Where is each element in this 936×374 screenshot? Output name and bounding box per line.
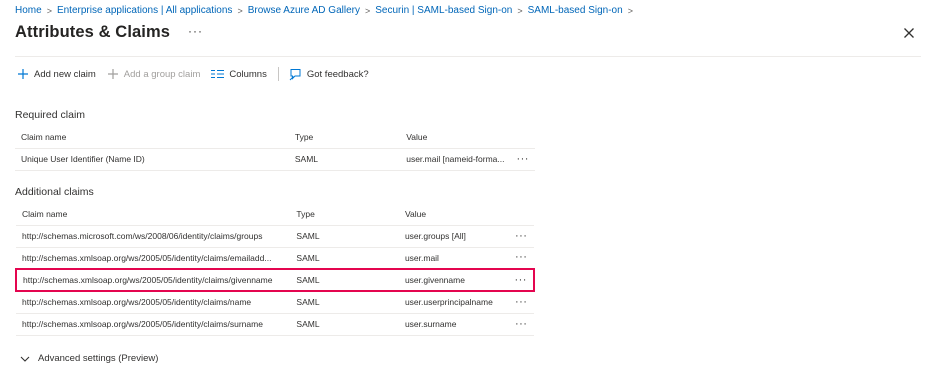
claim-value-cell: user.mail [nameid-forma... (400, 148, 511, 171)
add-group-claim-button[interactable]: Add a group claim (107, 68, 201, 80)
claim-value-cell: user.givenname (398, 268, 509, 292)
row-more-icon[interactable]: ··· (515, 230, 528, 242)
row-more-icon[interactable]: ··· (516, 153, 529, 165)
breadcrumb-separator: > (237, 5, 243, 16)
more-options-icon[interactable]: ··· (188, 25, 203, 37)
table-row[interactable]: http://schemas.xmlsoap.org/ws/2005/05/id… (16, 247, 534, 270)
breadcrumb-enterprise-applications[interactable]: Enterprise applications | All applicatio… (57, 5, 232, 16)
breadcrumb-separator: > (627, 5, 633, 16)
add-group-claim-label: Add a group claim (123, 68, 201, 80)
table-row-highlighted[interactable]: http://schemas.xmlsoap.org/ws/2005/05/id… (14, 268, 535, 292)
toolbar-separator (277, 67, 279, 81)
breadcrumb-separator: > (46, 5, 52, 16)
breadcrumb-securin[interactable]: Securin | SAML-based Sign-on (375, 5, 512, 16)
additional-claims-table: Claim name Type Value http://schemas.mic… (14, 203, 535, 336)
advanced-settings-label: Advanced settings (Preview) (38, 353, 159, 364)
table-row[interactable]: Unique User Identifier (Name ID) SAML us… (15, 148, 535, 171)
title-row: Attributes & Claims ··· (15, 23, 203, 42)
claim-type-cell: SAML (290, 247, 399, 270)
row-actions-cell: ··· (508, 313, 534, 336)
chevron-down-icon (20, 356, 30, 362)
feedback-label: Got feedback? (306, 68, 369, 80)
breadcrumb-separator: > (364, 5, 371, 16)
breadcrumb-home[interactable]: Home (15, 5, 42, 16)
row-actions-cell: ··· (508, 247, 534, 270)
columns-icon (211, 69, 225, 79)
feedback-icon (289, 68, 301, 80)
breadcrumb-separator: > (517, 5, 523, 16)
table-row[interactable]: http://schemas.microsoft.com/ws/2008/06/… (16, 225, 534, 248)
claim-name-cell[interactable]: http://schemas.xmlsoap.org/ws/2005/05/id… (16, 247, 291, 270)
claim-type-cell: SAML (290, 225, 399, 248)
plus-icon (107, 69, 118, 79)
feedback-button[interactable]: Got feedback? (289, 68, 369, 81)
claim-type-cell: SAML (290, 313, 399, 336)
column-header-type[interactable]: Type (288, 126, 401, 149)
add-new-claim-label: Add new claim (34, 68, 96, 80)
claim-name-cell[interactable]: http://schemas.xmlsoap.org/ws/2005/05/id… (16, 291, 291, 314)
command-bar: Add new claim Add a group claim Columns … (17, 63, 380, 85)
column-header-claim-name[interactable]: Claim name (15, 126, 289, 149)
close-button[interactable] (902, 26, 916, 40)
add-new-claim-button[interactable]: Add new claim (17, 68, 96, 80)
claim-name-cell[interactable]: http://schemas.xmlsoap.org/ws/2005/05/id… (14, 268, 291, 292)
column-header-claim-name[interactable]: Claim name (16, 203, 291, 226)
table-row[interactable]: http://schemas.xmlsoap.org/ws/2005/05/id… (16, 291, 534, 314)
breadcrumb-gallery[interactable]: Browse Azure AD Gallery (248, 5, 360, 16)
column-header-value[interactable]: Value (400, 126, 511, 149)
row-actions-cell: ··· (508, 268, 535, 292)
claim-name-cell[interactable]: http://schemas.microsoft.com/ws/2008/06/… (16, 225, 291, 248)
column-header-type[interactable]: Type (290, 203, 399, 226)
required-claim-title: Required claim (15, 109, 86, 121)
row-actions-cell: ··· (508, 225, 534, 248)
columns-label: Columns (229, 68, 267, 80)
claim-type-cell: SAML (290, 291, 399, 314)
claim-value-cell: user.userprincipalname (398, 291, 509, 314)
columns-button[interactable]: Columns (211, 69, 267, 80)
claim-name-cell[interactable]: Unique User Identifier (Name ID) (15, 148, 289, 171)
row-more-icon[interactable]: ··· (515, 296, 528, 308)
claim-type-cell: SAML (288, 148, 401, 171)
claim-value-cell: user.surname (398, 313, 509, 336)
column-header-actions (510, 126, 535, 149)
row-more-icon[interactable]: ··· (515, 318, 528, 330)
claim-value-cell: user.groups [All] (398, 225, 509, 248)
column-header-value[interactable]: Value (398, 203, 509, 226)
table-header-row: Claim name Type Value (15, 126, 535, 149)
additional-claims-title: Additional claims (15, 186, 94, 198)
plus-icon (18, 69, 28, 79)
required-claim-table: Claim name Type Value Unique User Identi… (15, 126, 535, 171)
claim-value-cell: user.mail (398, 247, 509, 270)
row-actions-cell: ··· (508, 291, 534, 314)
advanced-settings-toggle[interactable]: Advanced settings (Preview) (20, 353, 158, 364)
claim-type-cell: SAML (290, 268, 399, 292)
row-more-icon[interactable]: ··· (514, 274, 527, 286)
close-icon (904, 28, 914, 38)
table-header-row: Claim name Type Value (16, 203, 534, 226)
breadcrumb-saml-signon[interactable]: SAML-based Sign-on (528, 5, 623, 16)
breadcrumb: Home > Enterprise applications | All app… (15, 5, 638, 16)
row-actions-cell: ··· (510, 148, 535, 171)
column-header-actions (508, 203, 534, 226)
toolbar-divider (15, 56, 921, 57)
claim-name-cell[interactable]: http://schemas.xmlsoap.org/ws/2005/05/id… (16, 313, 291, 336)
page-title: Attributes & Claims (15, 23, 171, 41)
row-more-icon[interactable]: ··· (515, 251, 528, 263)
table-row[interactable]: http://schemas.xmlsoap.org/ws/2005/05/id… (16, 313, 534, 336)
